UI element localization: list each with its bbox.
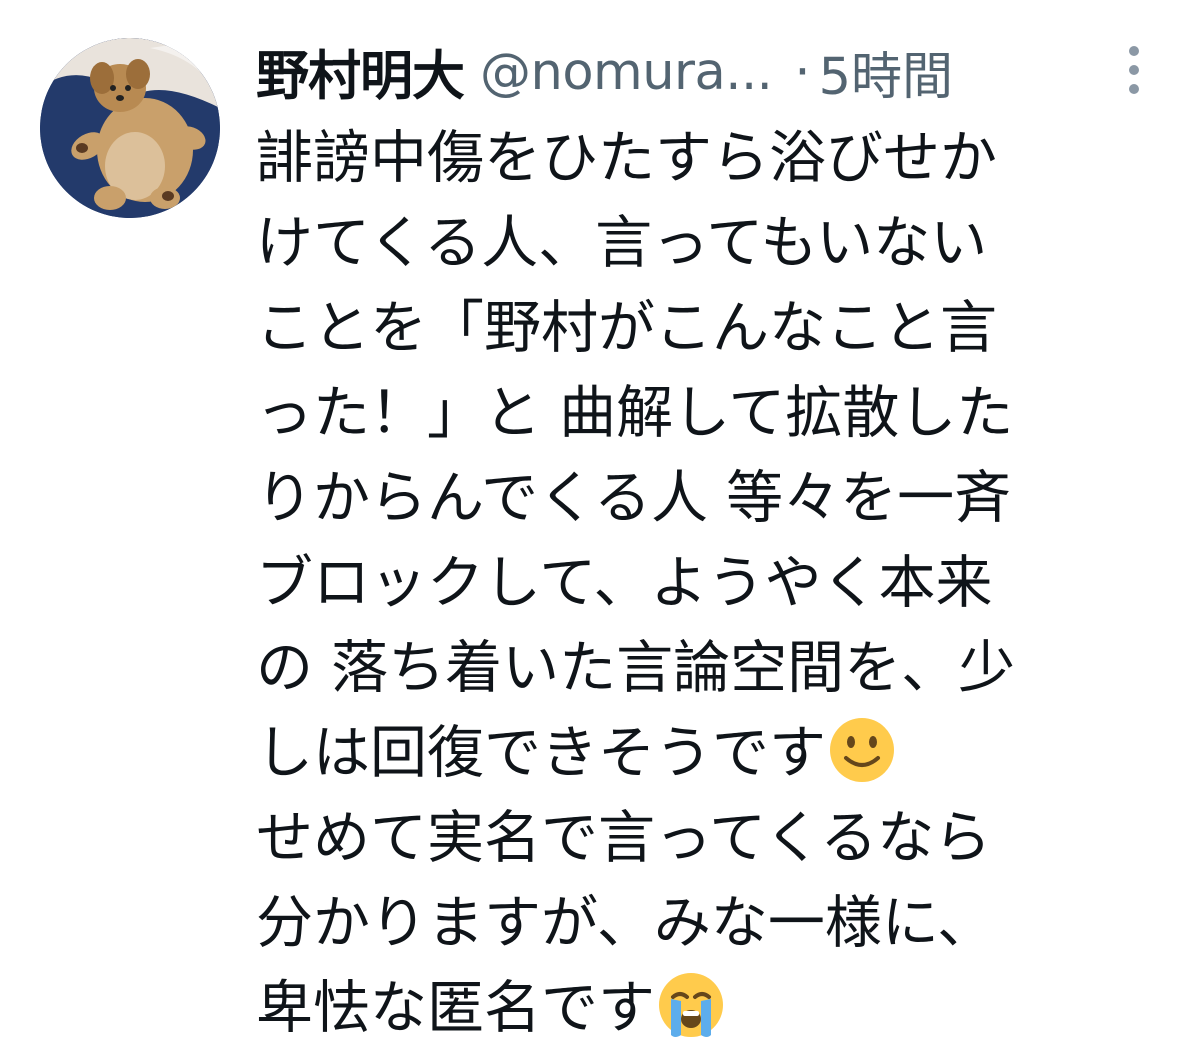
separator-dot: · [794, 42, 811, 102]
author-avatar[interactable] [40, 38, 220, 218]
slightly-smiling-face-emoji [826, 714, 898, 786]
tweet-text-line: 誹謗中傷をひたすら浴びせか [256, 116, 1176, 201]
tweet-text-line: の 落ち着いた言論空間を、少 [256, 626, 1176, 711]
line-text: ことを「野村がこんなこと言 [256, 295, 997, 361]
tweet-header: 野村明大 @nomura... · 5時間 [256, 36, 1156, 108]
more-dot [1129, 65, 1139, 75]
tweet-text-line: しは回復できそうです [256, 711, 1176, 796]
line-text: りからんでくる人 等々を一斉 [256, 465, 1012, 531]
more-dot [1129, 46, 1139, 56]
tweet-text-line: りからんでくる人 等々を一斉 [256, 456, 1176, 541]
more-dot [1129, 84, 1139, 94]
tweet-text-line: せめて実名で言ってくるなら [256, 796, 1176, 881]
tweet-text-line: った！」と 曲解して拡散した [256, 371, 1176, 456]
line-text: けてくる人、言ってもいない [256, 210, 988, 276]
dog-avatar-image [40, 38, 220, 218]
user-handle[interactable]: @nomura... [480, 43, 773, 102]
tweet-text-line: けてくる人、言ってもいない [256, 201, 1176, 286]
line-text: 誹謗中傷をひたすら浴びせか [256, 125, 997, 191]
tweet-text-line: 卑怯な匿名です [256, 966, 1176, 1051]
line-text: った！」と 曲解して拡散した [256, 380, 1014, 446]
tweet[interactable]: 野村明大 @nomura... · 5時間 誹謗中傷をひたすら浴びせか けてくる… [0, 0, 1200, 1051]
tweet-text-line: ことを「野村がこんなこと言 [256, 286, 1176, 371]
line-text: しは回復できそうです [256, 720, 826, 786]
display-name[interactable]: 野村明大 [256, 34, 465, 110]
line-text: の 落ち着いた言論空間を、少 [256, 635, 1016, 701]
tweet-text-line: ブロックして、ようやく本来 [256, 541, 1176, 626]
line-text: ブロックして、ようやく本来 [256, 550, 993, 616]
line-text: 分かりますが、みな一様に、 [256, 890, 995, 956]
tweet-text-line: 分かりますが、みな一様に、 [256, 881, 1176, 966]
line-text: せめて実名で言ってくるなら [256, 805, 992, 871]
loudly-crying-face-emoji [655, 969, 727, 1041]
tweet-text: 誹謗中傷をひたすら浴びせか けてくる人、言ってもいない ことを「野村がこんなこと… [256, 116, 1176, 1051]
line-text: 卑怯な匿名です [256, 975, 655, 1041]
more-vertical-icon[interactable] [1116, 40, 1152, 100]
timestamp[interactable]: 5時間 [819, 35, 953, 109]
